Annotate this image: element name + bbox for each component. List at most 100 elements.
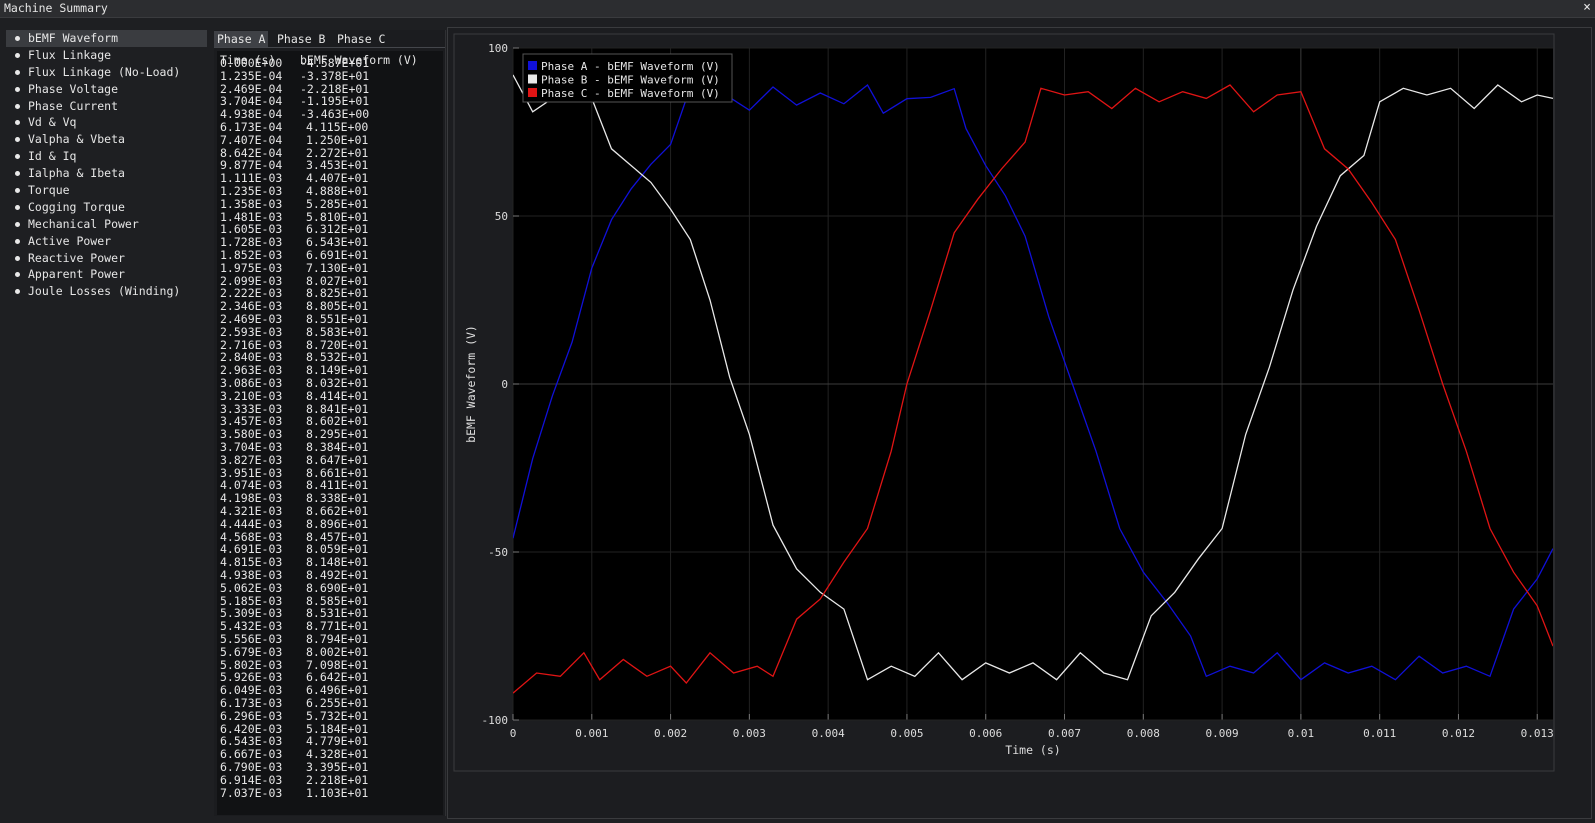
bemf-cell: 8.896E+01 (306, 516, 369, 531)
y-tick-label: -100 (482, 714, 509, 727)
sidebar-item[interactable]: Phase Current (6, 98, 207, 115)
bemf-cell: 6.691E+01 (306, 248, 369, 262)
table-row: 1.358E-03 5.285E+01 (220, 196, 440, 211)
sidebar-item[interactable]: Flux Linkage (6, 47, 207, 64)
bemf-cell: 1.103E+01 (306, 785, 369, 800)
sidebar-item[interactable]: Reactive Power (6, 250, 207, 267)
sidebar-item[interactable]: Active Power (6, 233, 207, 250)
time-cell: 1.358E-03 (220, 196, 283, 211)
bullet-icon (15, 204, 20, 210)
y-tick-label: 0 (501, 378, 508, 391)
bemf-cell: 5.732E+01 (306, 708, 369, 723)
sidebar-item-label: Vd & Vq (28, 115, 77, 130)
sidebar-item[interactable]: Torque (6, 182, 207, 199)
tab-phase-c[interactable]: Phase C (334, 31, 388, 47)
table-row: 1.975E-03 7.130E+01 (220, 260, 440, 275)
bemf-cell: 8.384E+01 (306, 440, 369, 454)
sidebar-item[interactable]: Id & Iq (6, 148, 207, 165)
bemf-cell: 2.218E+01 (306, 772, 369, 787)
sidebar-item[interactable]: Joule Losses (Winding) (6, 283, 207, 300)
y-axis-label: bEMF Waveform (V) (464, 325, 478, 443)
time-cell: 1.235E-04 (220, 68, 283, 83)
data-table[interactable]: Time (s) bEMF Waveform (V) 0.000E+00 -4.5… (217, 51, 443, 815)
bemf-cell: 8.690E+01 (306, 580, 369, 595)
time-cell: 1.235E-03 (220, 184, 283, 198)
sidebar-item-label: Flux Linkage (No-Load) (28, 64, 181, 79)
table-row: 2.469E-03 8.551E+01 (220, 313, 440, 326)
bemf-cell: 8.492E+01 (306, 568, 369, 582)
bemf-cell: 8.032E+01 (306, 376, 369, 390)
sidebar-item[interactable]: Apparent Power (6, 266, 207, 283)
bemf-cell: 4.115E+00 (306, 120, 369, 134)
table-row: 1.235E-04 -3.378E+01 (220, 68, 440, 83)
phase-tabs: Phase A Phase B Phase C (214, 30, 445, 47)
plot-panel: 0 0.001 0.002 0.003 0.004 0.005 0.006 0.007 0.00… (447, 27, 1592, 819)
x-tick-label: 0 (510, 727, 517, 740)
sidebar-item-label: Ialpha & Ibeta (28, 166, 125, 181)
sidebar-item[interactable]: Valpha & Vbeta (6, 131, 207, 148)
sidebar-item[interactable]: Ialpha & Ibeta (6, 165, 207, 182)
tab-phase-a[interactable]: Phase A (214, 31, 269, 47)
sidebar-item-label: Torque (28, 183, 70, 198)
x-tick-label: 0.002 (654, 727, 687, 740)
sidebar-item-label: Phase Voltage (28, 81, 119, 96)
tab-divider (214, 47, 445, 48)
sidebar-item[interactable]: bEMF Waveform (6, 30, 207, 47)
legend-swatch (528, 61, 537, 70)
time-cell: 3.704E-03 (220, 440, 283, 454)
bemf-line-chart[interactable]: 0 0.001 0.002 0.003 0.004 0.005 0.006 0.007 0.00… (448, 28, 1591, 818)
sidebar-item[interactable]: Vd & Vq (6, 114, 207, 131)
legend-entry: Phase A - bEMF Waveform (V) (541, 60, 720, 73)
bemf-cell: -3.378E+01 (300, 68, 370, 83)
sidebar-item-label: Reactive Power (28, 250, 125, 265)
time-cell: 1.852E-03 (220, 248, 283, 262)
bemf-cell: 6.255E+01 (306, 696, 369, 710)
table-row: 6.173E-04 4.115E+00 (220, 121, 440, 134)
bemf-cell: 8.647E+01 (306, 452, 369, 467)
y-tick-label: 100 (488, 42, 508, 55)
table-row: 3.704E-03 8.384E+01 (220, 441, 440, 454)
bullet-icon (15, 103, 20, 109)
tab-phase-b[interactable]: Phase B (274, 31, 328, 47)
sidebar-item[interactable]: Mechanical Power (6, 216, 207, 233)
sidebar-item-label: Apparent Power (28, 267, 125, 282)
x-axis-label: Time (s) (1005, 743, 1060, 757)
table-row: 6.296E-03 5.732E+01 (220, 708, 440, 723)
x-tick-label: 0.003 (733, 727, 766, 740)
x-tick-label: 0.001 (575, 727, 608, 740)
sidebar-item-label: Mechanical Power (28, 216, 139, 231)
bullet-icon (15, 52, 20, 58)
bemf-cell: 8.414E+01 (306, 388, 369, 403)
bullet-icon (15, 238, 20, 244)
legend-swatch (528, 74, 537, 84)
sidebar-item-label: bEMF Waveform (28, 31, 119, 45)
time-cell: 4.321E-03 (220, 504, 283, 518)
table-row: 7.037E-03 1.103E+01 (220, 785, 440, 800)
bemf-cell: 4.888E+01 (306, 184, 369, 198)
table-row: 6.173E-03 6.255E+01 (220, 697, 440, 710)
sidebar-item[interactable]: Cogging Torque (6, 199, 207, 216)
table-row: 4.321E-03 8.662E+01 (220, 505, 440, 518)
x-tick-label: 0.01 (1288, 727, 1315, 740)
time-cell: 4.444E-03 (220, 516, 283, 531)
x-tick-label: 0.012 (1442, 727, 1475, 740)
bemf-cell: 5.285E+01 (306, 196, 369, 211)
sidebar-item-label: Id & Iq (28, 149, 77, 164)
time-cell: 6.296E-03 (220, 708, 283, 723)
bullet-icon (15, 221, 20, 227)
table-row: 6.790E-03 3.395E+01 (220, 761, 440, 774)
time-cell: 1.975E-03 (220, 260, 283, 275)
bullet-icon (15, 188, 20, 194)
y-tick-label: 50 (495, 210, 508, 223)
sidebar-item-label: Flux Linkage (28, 47, 112, 62)
sidebar-item[interactable]: Flux Linkage (No-Load) (6, 64, 207, 81)
y-tick-label: -50 (488, 546, 508, 559)
close-icon[interactable]: × (1583, 0, 1591, 15)
x-tick-label: 0.004 (812, 727, 845, 740)
x-tick-label: 0.007 (1048, 727, 1081, 740)
time-cell: 6.173E-03 (220, 696, 283, 710)
sidebar-item[interactable]: Phase Voltage (6, 81, 207, 98)
bemf-cell: -4.587E+01 (300, 56, 370, 70)
time-cell: 0.000E+00 (220, 56, 283, 70)
legend-entry: Phase B - bEMF Waveform (V) (541, 74, 720, 87)
